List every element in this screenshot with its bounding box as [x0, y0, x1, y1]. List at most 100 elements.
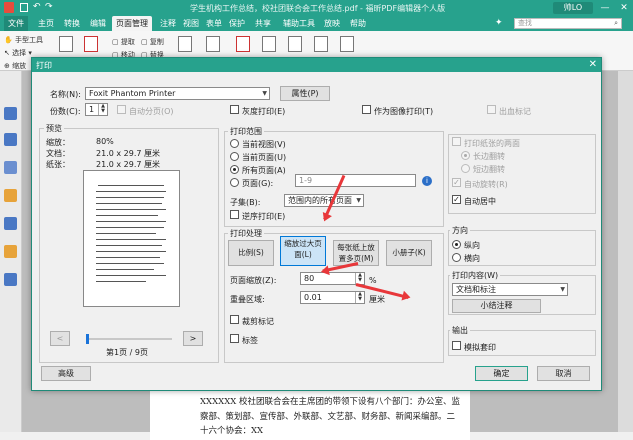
- simulate-overprint-checkbox[interactable]: [452, 341, 461, 350]
- bookmark-icon[interactable]: [4, 107, 17, 120]
- labels-checkbox[interactable]: [230, 334, 239, 343]
- user-account[interactable]: 帅LO: [553, 2, 593, 14]
- auto-center-checkbox[interactable]: ✓: [452, 195, 461, 204]
- page-number-icon[interactable]: [314, 36, 328, 52]
- info-icon[interactable]: i: [422, 176, 432, 186]
- collate-checkbox[interactable]: [117, 105, 126, 114]
- preview-paper-value: 21.0 x 29.7 厘米: [96, 160, 160, 169]
- menu-comment[interactable]: 注释: [160, 18, 176, 29]
- menu-share[interactable]: 共享: [255, 18, 271, 29]
- cancel-button[interactable]: 取消: [537, 366, 590, 381]
- delete-page-icon[interactable]: [84, 36, 98, 52]
- landscape-label: 横向: [464, 254, 480, 263]
- menu-accessibility[interactable]: 辅助工具: [283, 18, 315, 29]
- next-page-button[interactable]: >: [183, 331, 203, 346]
- menu-edit[interactable]: 编辑: [90, 18, 106, 29]
- print-range-title: 打印范围: [228, 126, 264, 137]
- auto-rotate-checkbox[interactable]: ✓: [452, 178, 461, 187]
- menu-help[interactable]: 帮助: [350, 18, 366, 29]
- page-zoom-label: 页面缩放(Z):: [230, 276, 277, 285]
- save-icon[interactable]: [20, 3, 28, 12]
- mode-proportion-button[interactable]: 比例(S): [228, 240, 274, 266]
- comments-icon[interactable]: [4, 189, 17, 202]
- bleed-marks-checkbox[interactable]: [487, 105, 496, 114]
- search-icon[interactable]: ⌕: [614, 19, 618, 28]
- redo-icon[interactable]: ↷: [45, 2, 53, 12]
- crop-page-icon[interactable]: [206, 36, 220, 52]
- mode-shrink-oversize-button[interactable]: 缩放过大页面(L): [280, 236, 326, 266]
- advanced-button[interactable]: 高级: [41, 366, 91, 381]
- layers-icon[interactable]: [4, 161, 17, 174]
- title-bar: ↶ ↷ 学生机构工作总结，校社团联合会工作总结.pdf - 福昕PDF编辑器个人…: [0, 0, 633, 16]
- menu-convert[interactable]: 转换: [64, 18, 80, 29]
- bates-icon[interactable]: [340, 36, 354, 52]
- close-icon[interactable]: ✕: [589, 59, 597, 70]
- long-edge-radio[interactable]: [461, 151, 470, 160]
- pages-radio[interactable]: [230, 178, 239, 187]
- previous-page-button[interactable]: <: [50, 331, 70, 346]
- signature-icon[interactable]: [4, 273, 17, 286]
- short-edge-label: 短边翻转: [473, 165, 505, 174]
- pages-icon[interactable]: [4, 133, 17, 146]
- rotate-page-icon[interactable]: [178, 36, 192, 52]
- bulb-icon[interactable]: ✦: [495, 18, 503, 28]
- menu-file[interactable]: 文件: [4, 16, 28, 31]
- mode-booklet-button[interactable]: 小册子(K): [386, 240, 432, 266]
- select-tool-button[interactable]: ↖ 选择 ▾: [4, 48, 32, 58]
- menu-protect[interactable]: 保护: [229, 18, 245, 29]
- preview-group-title: 预览: [44, 123, 64, 134]
- grayscale-checkbox[interactable]: [230, 105, 239, 114]
- copies-stepper[interactable]: 1 ▲ ▼: [85, 103, 108, 116]
- minimize-icon[interactable]: —: [595, 0, 615, 16]
- menu-view[interactable]: 视图: [183, 18, 199, 29]
- left-sidebar: [0, 71, 22, 432]
- menu-page-management[interactable]: 页面管理: [112, 16, 152, 31]
- security-icon[interactable]: [4, 245, 17, 258]
- overlap-label: 重叠区域:: [230, 295, 265, 304]
- document-text-line: 十六个协会：XX: [200, 426, 264, 436]
- print-as-image-label: 作为图像打印(T): [374, 107, 434, 116]
- preview-document-value: 21.0 x 29.7 厘米: [96, 149, 160, 158]
- printer-select[interactable]: Foxit Phantom Printer ▼: [85, 87, 270, 100]
- current-page-radio[interactable]: [230, 152, 239, 161]
- zoom-tool-button[interactable]: ⊕ 缩放: [4, 61, 26, 71]
- dialog-title-bar: 打印 ✕: [32, 58, 601, 72]
- orientation-title: 方向: [450, 225, 470, 236]
- watermark-icon[interactable]: [288, 36, 302, 52]
- subset-select[interactable]: 范围内的所有页面 ▼: [284, 194, 364, 207]
- document-text-line: 察部、策划部、宣传部、外联部、文艺部、财务部、新闻采编部。二: [200, 412, 456, 422]
- properties-button[interactable]: 属性(P): [280, 86, 330, 101]
- portrait-label: 纵向: [464, 241, 480, 250]
- menu-form[interactable]: 表单: [206, 18, 222, 29]
- ok-button[interactable]: 确定: [475, 366, 528, 381]
- attachment-icon[interactable]: [4, 217, 17, 230]
- print-content-select[interactable]: 文档和标注 ▼: [452, 283, 568, 296]
- preview-page-slider[interactable]: [86, 334, 172, 344]
- summarize-comments-button[interactable]: 小结注释: [452, 299, 541, 313]
- header-footer-icon[interactable]: [236, 36, 250, 52]
- overlap-stepper[interactable]: 0.01 ▲ ▼: [300, 291, 365, 304]
- extract-button[interactable]: ▢ 提取: [112, 37, 135, 47]
- portrait-radio[interactable]: [452, 240, 461, 249]
- subset-label: 子集(B):: [230, 198, 261, 207]
- page-range-input[interactable]: 1-9: [295, 174, 416, 187]
- short-edge-radio[interactable]: [461, 164, 470, 173]
- both-sides-checkbox[interactable]: [452, 137, 461, 146]
- undo-icon[interactable]: ↶: [33, 2, 41, 12]
- slider-thumb[interactable]: [86, 334, 89, 344]
- menu-slideshow[interactable]: 放映: [324, 18, 340, 29]
- crop-marks-checkbox[interactable]: [230, 315, 239, 324]
- long-edge-label: 长边翻转: [473, 152, 505, 161]
- insert-page-icon[interactable]: [59, 36, 73, 52]
- current-view-radio[interactable]: [230, 139, 239, 148]
- background-icon[interactable]: [262, 36, 276, 52]
- close-icon[interactable]: ✕: [614, 0, 633, 16]
- menu-home[interactable]: 主页: [38, 18, 54, 29]
- search-input[interactable]: 查找 ⌕: [514, 18, 622, 29]
- all-pages-radio[interactable]: [230, 165, 239, 174]
- landscape-radio[interactable]: [452, 253, 461, 262]
- reverse-order-checkbox[interactable]: [230, 210, 239, 219]
- copy-button[interactable]: ▢ 复制: [141, 37, 164, 47]
- print-as-image-checkbox[interactable]: [362, 105, 371, 114]
- hand-tool-button[interactable]: ✋ 手型工具: [4, 35, 43, 45]
